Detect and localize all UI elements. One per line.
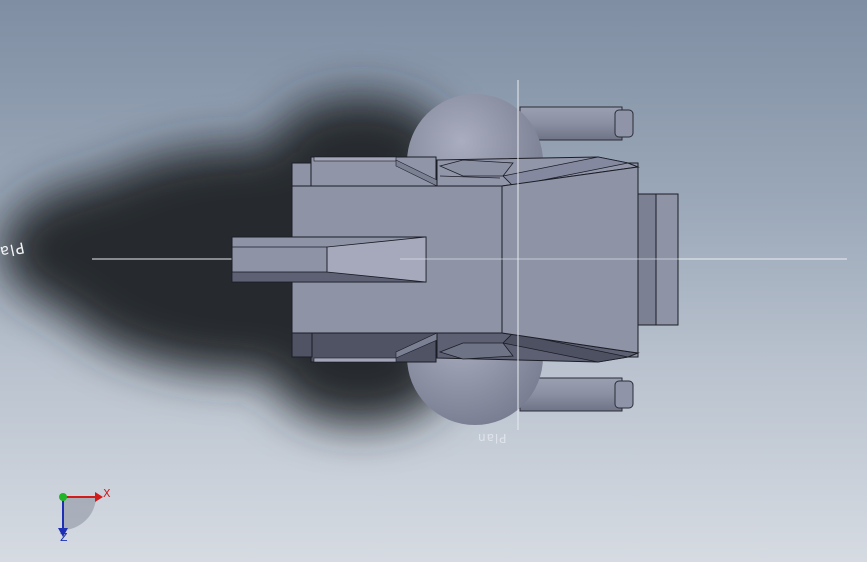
main-body[interactable] — [231, 156, 679, 363]
graphics-viewport[interactable]: Plan1 Plan X Z — [0, 0, 867, 562]
axis-x-label: X — [103, 487, 111, 500]
plane-label-secondary[interactable]: Plan — [477, 431, 507, 445]
axis-z-label: Z — [60, 531, 68, 544]
model-canvas[interactable] — [0, 0, 867, 562]
